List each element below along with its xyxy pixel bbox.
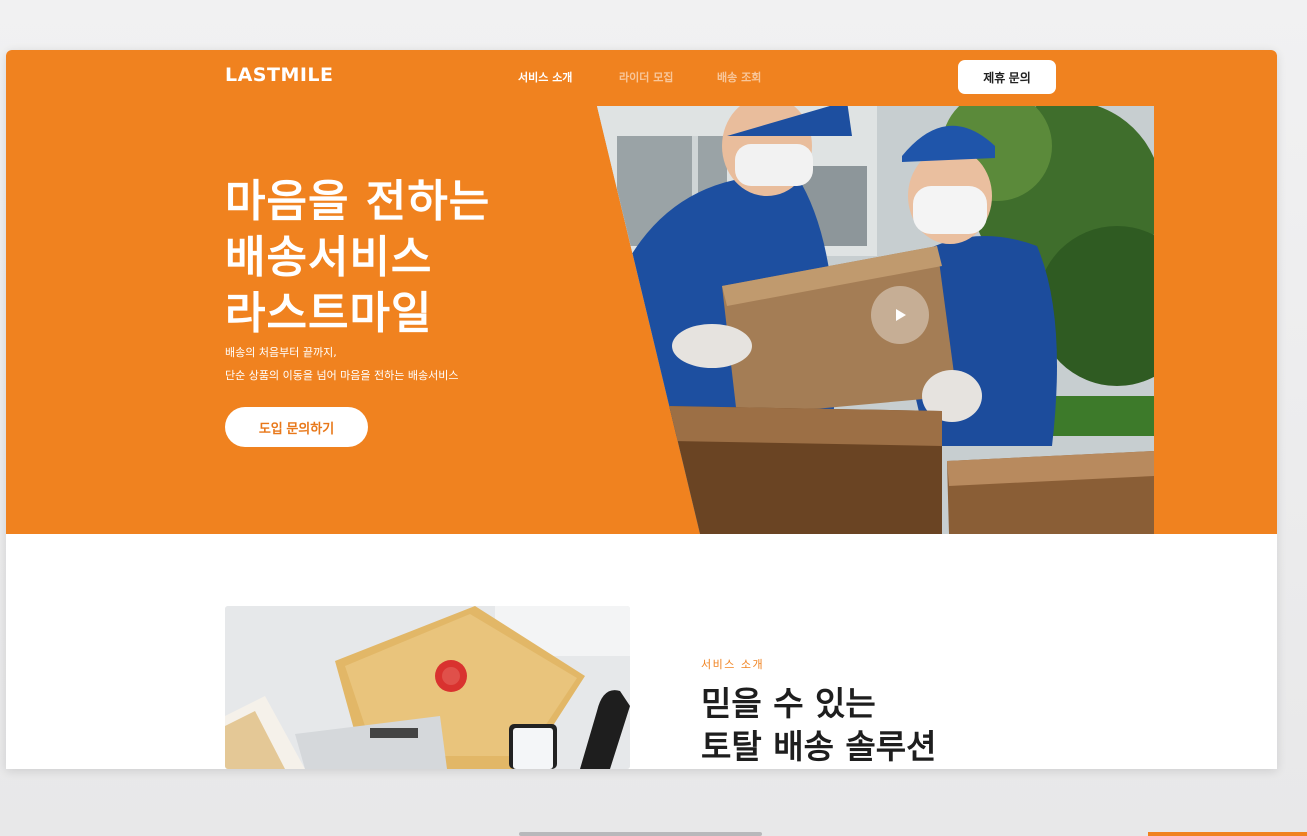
hero-title-line: 마음을 전하는: [225, 176, 491, 227]
top-navigation: LASTMILE 서비스 소개 라이더 모집 배송 조회 제휴 문의: [6, 50, 1277, 106]
play-icon: [896, 309, 906, 321]
hero-title-line: 라스트마일: [225, 288, 433, 339]
nav-link-delivery-tracking[interactable]: 배송 조회: [717, 69, 761, 85]
lastmile-logo[interactable]: LASTMILE: [225, 64, 334, 86]
webpage-window: LASTMILE 서비스 소개 라이더 모집 배송 조회 제휴 문의 마음을 전…: [6, 50, 1277, 769]
hero-description: 배송의 처음부터 끝까지, 단순 상품의 이동을 넘어 마음을 전하는 배송서비…: [225, 341, 459, 387]
hero-title: 마음을 전하는 배송서비스 라스트마일: [225, 174, 490, 342]
package-envelope-photo: [225, 606, 630, 769]
corner-accent-bar: [1148, 832, 1307, 836]
section-title-line: 믿을 수 있는: [701, 684, 876, 723]
adoption-inquiry-button[interactable]: 도입 문의하기: [225, 407, 368, 447]
partnership-inquiry-button[interactable]: 제휴 문의: [958, 60, 1056, 94]
section-title-line: 토탈 배송 솔루션: [701, 727, 937, 766]
nav-link-rider-recruit[interactable]: 라이더 모집: [619, 69, 673, 85]
hero-title-line: 배송서비스: [225, 232, 433, 283]
hero-description-line: 배송의 처음부터 끝까지,: [225, 346, 337, 359]
section-title: 믿을 수 있는 토탈 배송 솔루션: [701, 682, 937, 768]
section-eyebrow: 서비스 소개: [701, 658, 765, 671]
hero-description-line: 단순 상품의 이동을 넘어 마음을 전하는 배송서비스: [225, 369, 459, 382]
video-play-button[interactable]: [871, 286, 929, 344]
service-intro-section: 서비스 소개 믿을 수 있는 토탈 배송 솔루션: [6, 534, 1277, 769]
desktop-background: LASTMILE 서비스 소개 라이더 모집 배송 조회 제휴 문의 마음을 전…: [0, 0, 1307, 836]
nav-link-service-intro[interactable]: 서비스 소개: [518, 69, 572, 85]
hero-section: LASTMILE 서비스 소개 라이더 모집 배송 조회 제휴 문의 마음을 전…: [6, 50, 1277, 534]
horizontal-scrollbar[interactable]: [519, 832, 762, 836]
